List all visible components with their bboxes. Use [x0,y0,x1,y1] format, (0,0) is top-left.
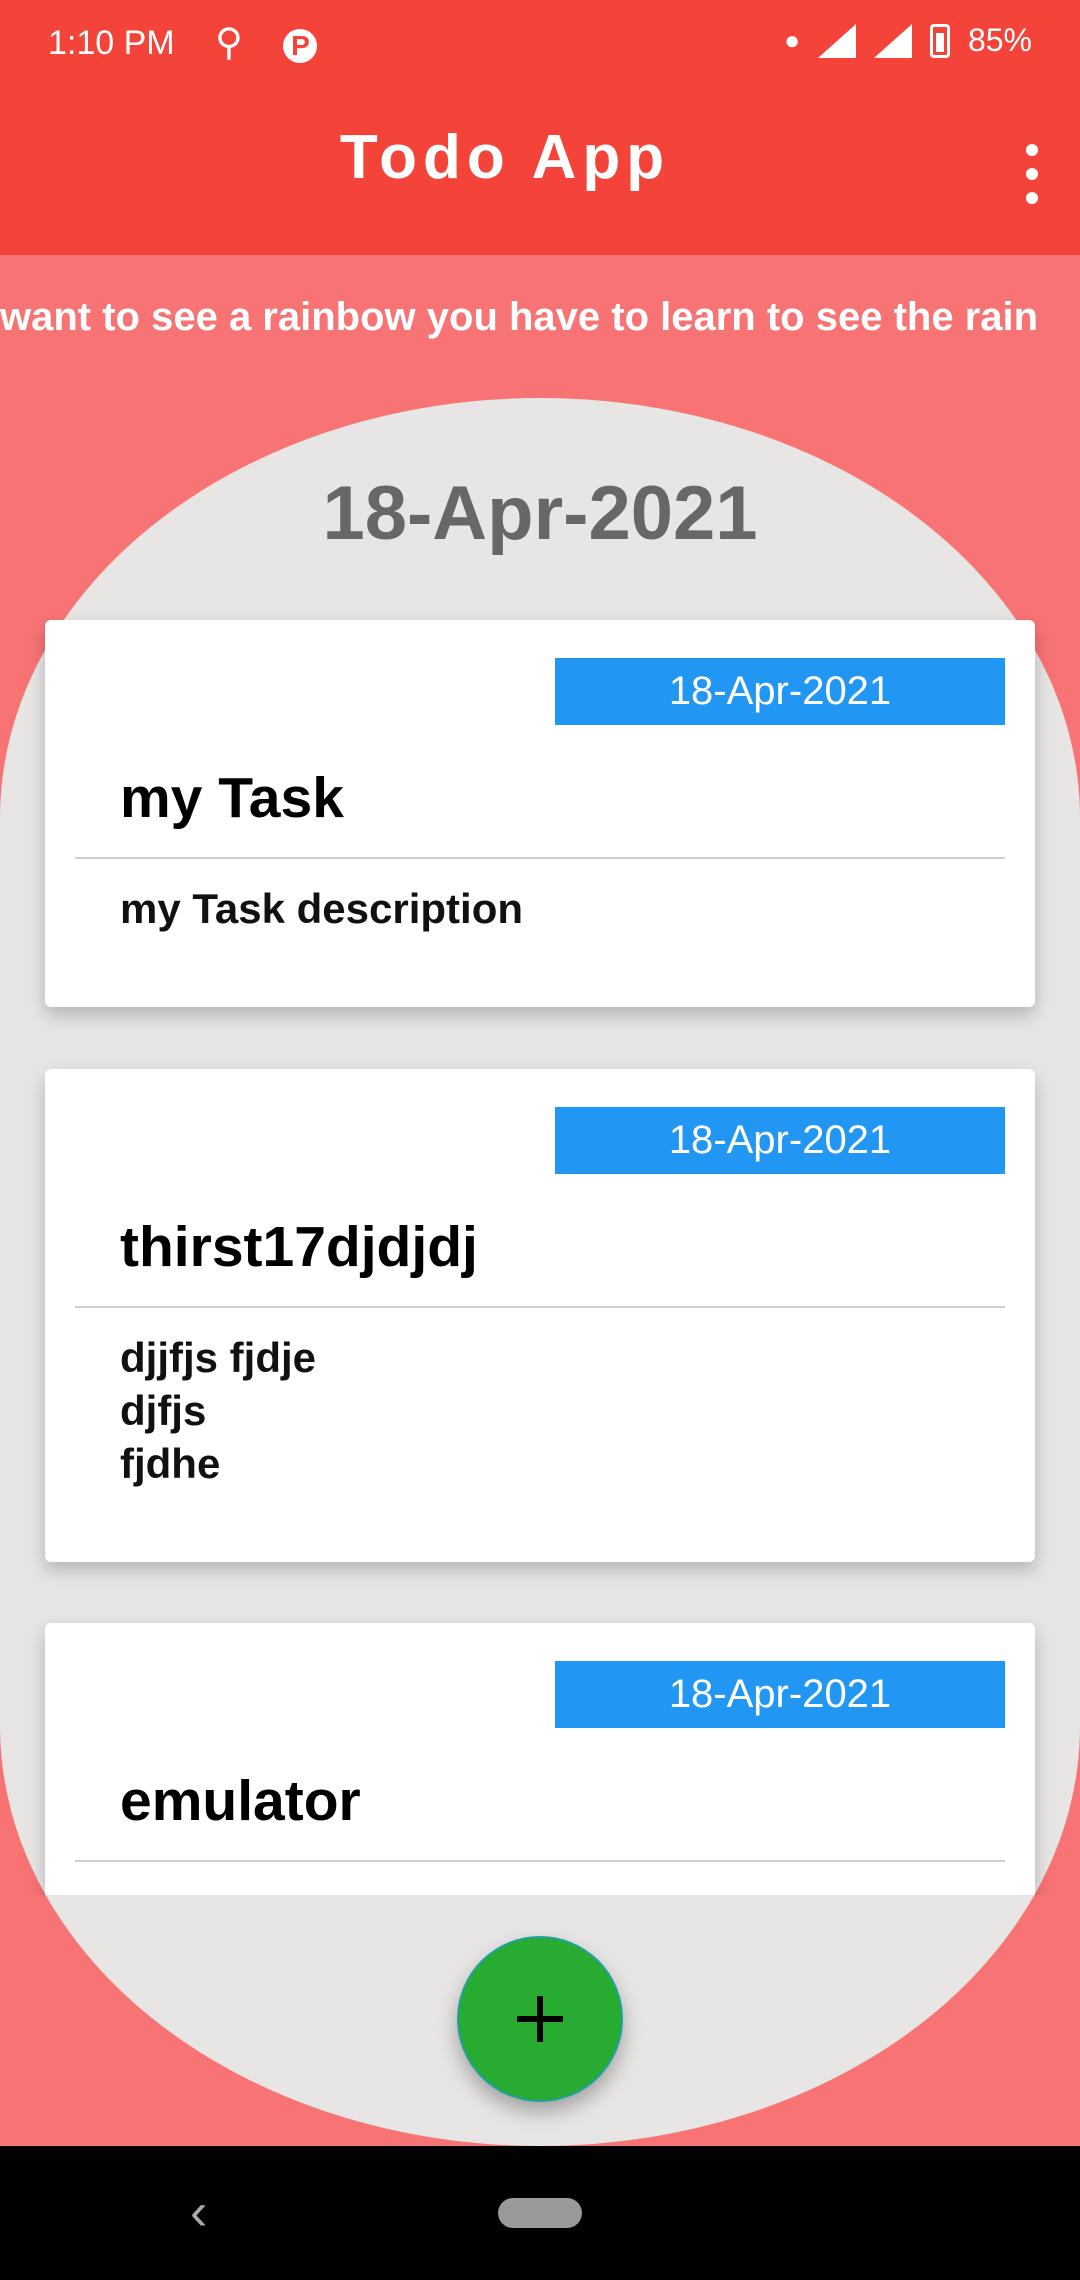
task-divider [75,1860,1005,1862]
task-card[interactable]: 18-Apr-2021 my Task my Task description [45,620,1035,1007]
task-title: emulator [120,1769,361,1833]
navigation-bar: ‹ [0,2146,1080,2280]
back-chevron-icon[interactable]: ‹ [190,2182,207,2242]
signal-icon [817,23,856,58]
status-left-icons: ⚲ P [215,20,347,65]
home-pill-icon[interactable] [498,2198,582,2228]
date-header: 18-Apr-2021 [322,471,758,556]
task-card[interactable]: 18-Apr-2021 emulator emulator descriptio… [45,1623,1035,1895]
more-vert-icon[interactable] [1022,144,1042,204]
task-title: thirst17djdjdj [120,1215,478,1279]
task-date-badge: 18-Apr-2021 [555,1107,1005,1174]
app-title: Todo App [339,123,671,192]
status-bar: 1:10 PM ⚲ P ● 85% [0,0,1080,90]
task-divider [75,857,1005,859]
battery-icon [929,23,950,58]
task-list[interactable]: 18-Apr-2021 my Task my Task description … [0,600,1080,1895]
plus-icon [517,1996,563,2042]
quote-marquee: want to see a rainbow you have to learn … [0,255,1080,400]
task-description: emulator description1 [120,1885,559,1895]
signal-icon [873,23,912,58]
task-description: my Task description [120,885,524,932]
app-bar: Todo App [0,90,1080,255]
task-description: djjfjs fjdje djfjs fjdhe [120,1334,317,1487]
task-date-badge: 18-Apr-2021 [555,658,1005,725]
notification-dot-icon: ● [784,25,800,55]
parking-icon: P [283,29,318,63]
quote-text: want to see a rainbow you have to learn … [0,295,1039,339]
add-task-button[interactable] [457,1936,623,2102]
status-time: 1:10 PM [48,24,175,62]
task-title: my Task [120,766,344,830]
task-card[interactable]: 18-Apr-2021 thirst17djdjdj djjfjs fjdje … [45,1069,1035,1562]
status-right-icons: ● 85% [784,22,1032,59]
usb-icon: ⚲ [215,22,243,64]
task-divider [75,1306,1005,1308]
task-date-badge: 18-Apr-2021 [555,1661,1005,1728]
battery-percent: 85% [967,22,1032,58]
